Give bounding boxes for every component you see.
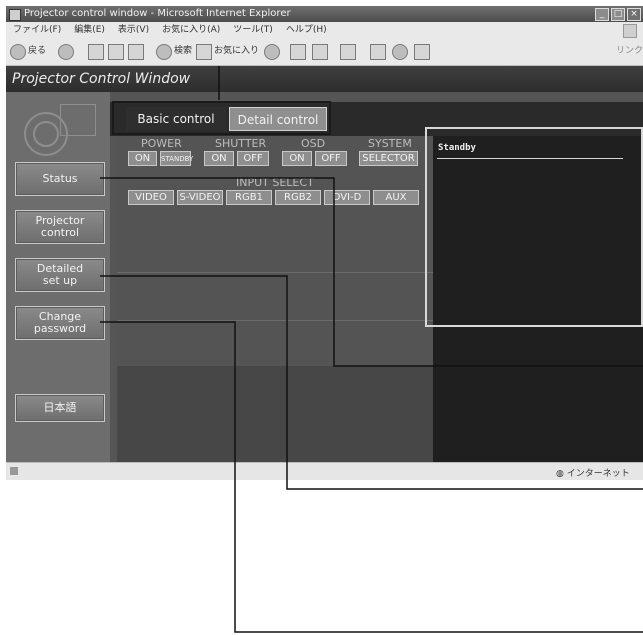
callout-password-line bbox=[100, 321, 643, 633]
callout-setup-line bbox=[100, 275, 643, 490]
callout-status-line bbox=[100, 177, 643, 367]
callout-lines bbox=[100, 66, 643, 633]
